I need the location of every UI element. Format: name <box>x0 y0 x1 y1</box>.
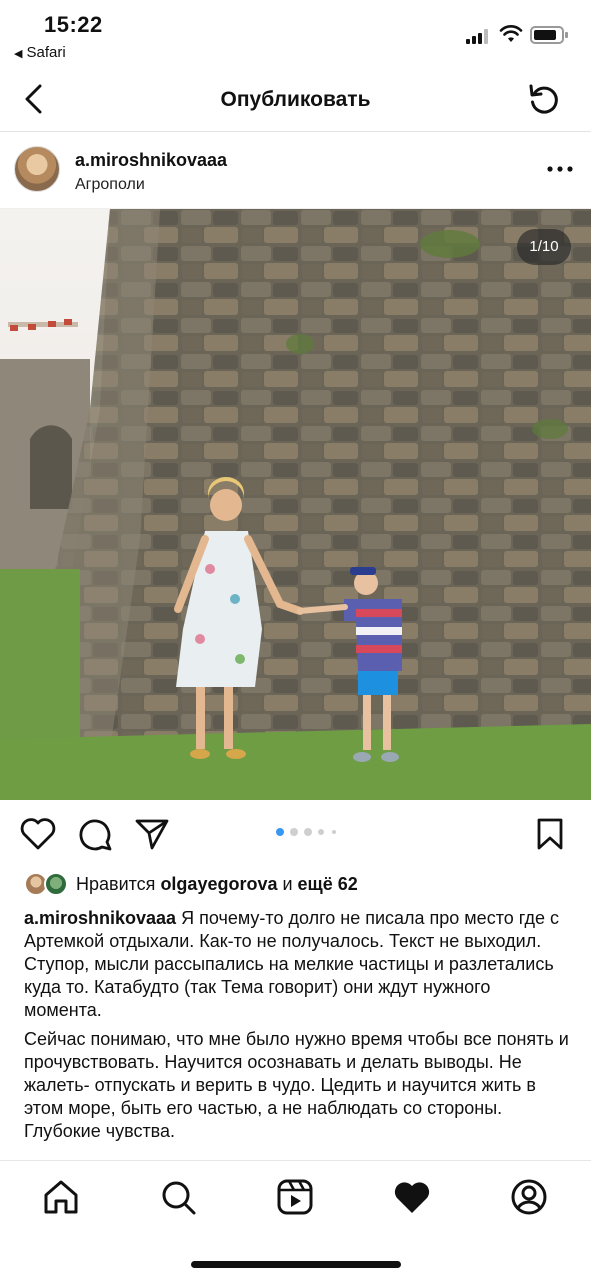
page-title: Опубликовать <box>220 88 371 111</box>
comment-icon[interactable] <box>77 816 113 852</box>
photo-counter-badge: 1/10 <box>517 229 571 265</box>
likes-row[interactable]: Нравится olgayegorova и ещё 62 <box>0 870 591 898</box>
send-icon[interactable] <box>134 817 170 851</box>
carousel-dot <box>290 828 298 836</box>
post-username[interactable]: a.miroshnikovaaa <box>75 150 227 171</box>
refresh-icon[interactable] <box>526 82 562 118</box>
heart-outline-icon[interactable] <box>20 817 56 851</box>
heart-filled-icon[interactable] <box>392 1177 432 1217</box>
reels-icon[interactable] <box>275 1177 315 1217</box>
fortress-wall-photo <box>0 209 591 800</box>
caption-paragraph: a.miroshnikovaaa Я почему-то долго не пи… <box>24 908 560 1020</box>
post-header: a.miroshnikovaaa Агрополи <box>0 133 591 209</box>
status-bar: 15:22 ◀ Safari <box>0 0 591 70</box>
post-photo[interactable]: 1/10 <box>0 209 591 800</box>
bottom-tab-bar <box>0 1160 591 1280</box>
carousel-dot <box>318 829 324 835</box>
caption-username[interactable]: a.miroshnikovaaa <box>24 908 176 928</box>
caption-paragraph: Сейчас понимаю, что мне было нужно время… <box>24 1029 569 1141</box>
home-icon[interactable] <box>41 1177 81 1217</box>
post-actions <box>0 800 591 866</box>
status-time: 15:22 <box>44 12 103 37</box>
wifi-icon <box>499 25 523 42</box>
back-triangle-icon: ◀ <box>14 48 23 60</box>
avatar <box>44 872 68 896</box>
likes-text: Нравится olgayegorova и ещё 62 <box>76 874 358 894</box>
bookmark-icon[interactable] <box>536 817 564 851</box>
search-icon[interactable] <box>158 1177 198 1217</box>
home-indicator[interactable] <box>191 1261 401 1268</box>
more-dots-icon[interactable] <box>546 159 574 179</box>
carousel-dot-active <box>276 828 284 836</box>
carousel-dot <box>304 828 312 836</box>
nav-header: Опубликовать <box>0 70 591 132</box>
liker-username[interactable]: olgayegorova <box>160 874 277 894</box>
avatar[interactable] <box>14 146 60 192</box>
profile-icon[interactable] <box>509 1177 549 1217</box>
back-to-app-link[interactable]: ◀ Safari <box>14 44 66 61</box>
carousel-dot <box>332 830 336 834</box>
likes-others-count[interactable]: ещё 62 <box>298 874 358 894</box>
cellular-signal-icon <box>466 28 492 44</box>
post-location[interactable]: Агрополи <box>75 176 145 194</box>
post-caption: a.miroshnikovaaa Я почему-то долго не пи… <box>24 907 572 1149</box>
battery-icon <box>530 26 568 44</box>
back-app-label: Safari <box>26 44 66 61</box>
